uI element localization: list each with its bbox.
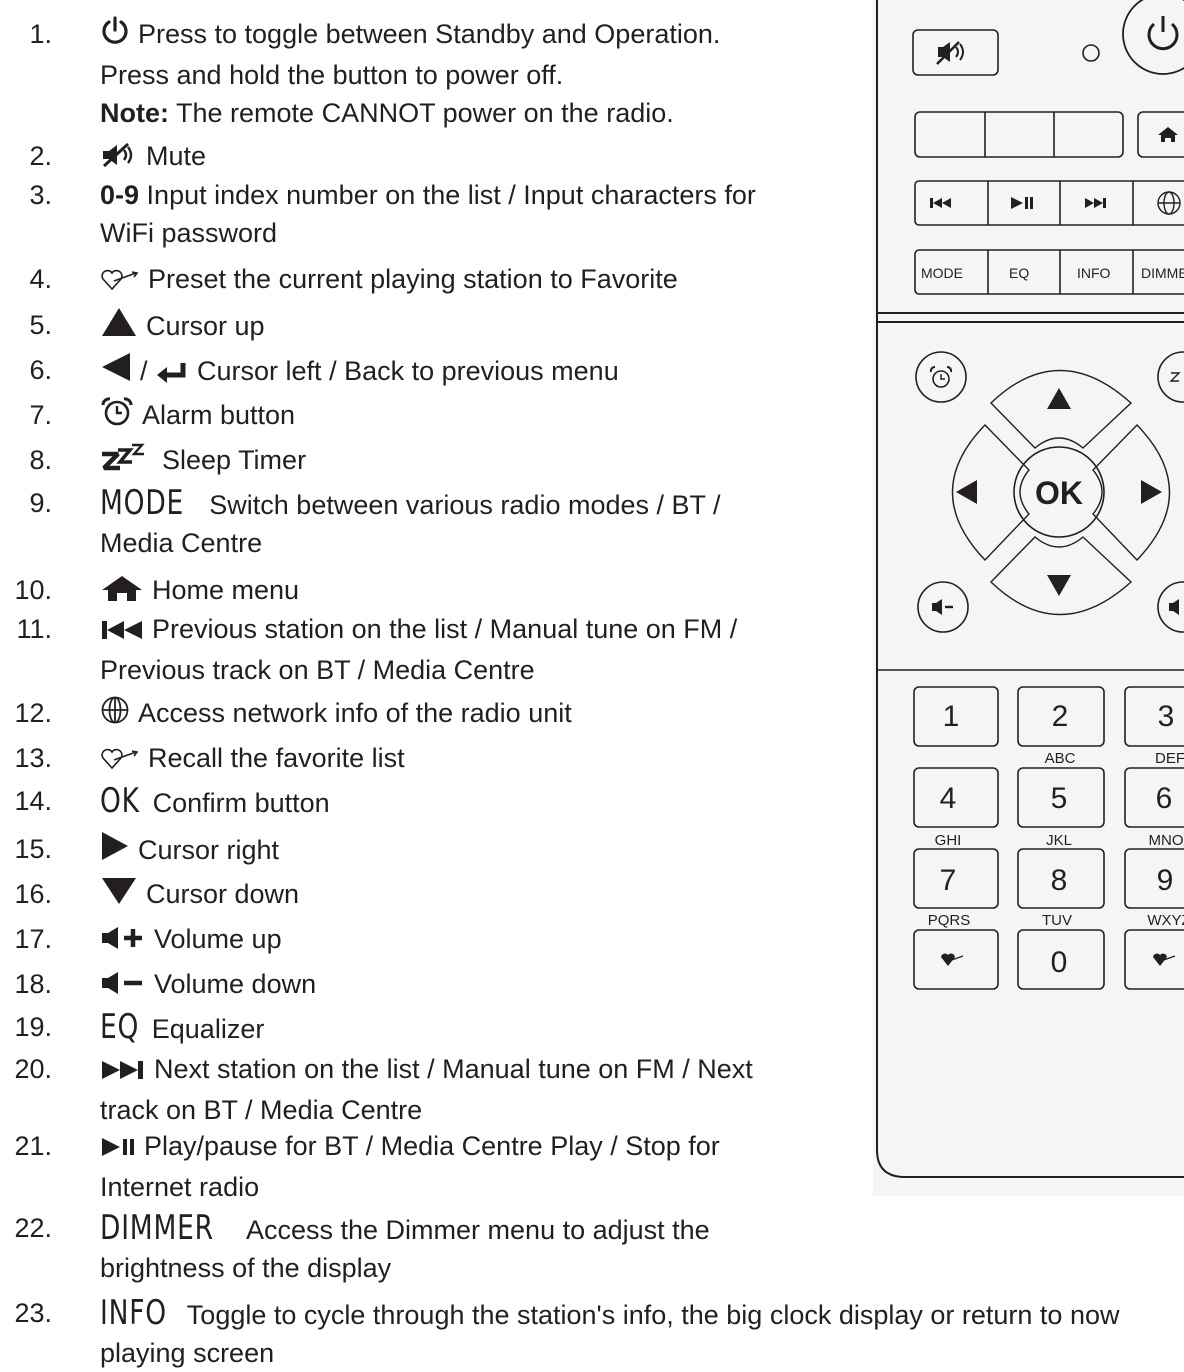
remote-dimmer-label: DIMME xyxy=(1141,265,1184,281)
alarm-icon xyxy=(100,397,134,437)
sleep-icon xyxy=(100,442,154,482)
svg-text:WXYZ: WXYZ xyxy=(1147,912,1184,929)
remote-illustration: MODE EQ INFO DIMME OK 1 2 3 ABC DEF 4 5 … xyxy=(873,0,1184,1196)
svg-text:1: 1 xyxy=(943,700,960,733)
svg-text:7: 7 xyxy=(940,864,957,897)
svg-text:2: 2 xyxy=(1052,700,1069,733)
triangle-up-icon xyxy=(100,306,138,348)
svg-text:TUV: TUV xyxy=(1042,912,1072,929)
remote-mode-label: MODE xyxy=(921,265,963,281)
next-icon xyxy=(100,1053,146,1091)
previous-icon xyxy=(100,613,144,651)
home-icon xyxy=(100,574,144,612)
svg-text:DEF: DEF xyxy=(1155,750,1184,767)
note-label: Note: xyxy=(100,98,169,128)
svg-text:9: 9 xyxy=(1157,864,1174,897)
svg-text:5: 5 xyxy=(1051,782,1068,815)
svg-text:3: 3 xyxy=(1158,700,1175,733)
svg-text:MNO: MNO xyxy=(1149,832,1184,849)
volume-up-icon xyxy=(100,923,146,961)
remote-info-label: INFO xyxy=(1077,265,1111,281)
svg-text:JKL: JKL xyxy=(1046,832,1072,849)
svg-text:GHI: GHI xyxy=(935,832,962,849)
mute-icon xyxy=(100,140,138,178)
item-number: 1. xyxy=(29,19,52,49)
remote-eq-label: EQ xyxy=(1009,265,1029,281)
remote-drawing: MODE EQ INFO DIMME OK 1 2 3 ABC DEF 4 5 … xyxy=(876,0,1184,1178)
item-text: Press to toggle between Standby and Oper… xyxy=(100,15,720,132)
svg-text:PQRS: PQRS xyxy=(928,912,971,929)
svg-text:8: 8 xyxy=(1051,864,1068,897)
svg-text:0: 0 xyxy=(1051,946,1068,979)
triangle-right-icon xyxy=(100,830,130,872)
svg-text:ABC: ABC xyxy=(1045,750,1076,767)
play-pause-icon xyxy=(100,1130,136,1168)
heart-icon xyxy=(100,263,140,301)
eq-label: EQ xyxy=(100,1007,140,1047)
triangle-left-icon xyxy=(100,351,132,393)
power-icon xyxy=(100,16,130,56)
back-arrow-icon xyxy=(155,355,189,393)
triangle-down-icon xyxy=(100,876,138,916)
remote-ok-label: OK xyxy=(1035,475,1083,511)
ok-label: OK xyxy=(100,781,140,821)
heart-icon xyxy=(100,742,140,780)
volume-down-icon xyxy=(100,968,146,1006)
mode-label: MODE xyxy=(100,483,185,523)
svg-text:4: 4 xyxy=(940,782,957,815)
globe-icon xyxy=(100,695,130,735)
svg-text:6: 6 xyxy=(1156,782,1173,815)
info-label: INFO xyxy=(100,1293,167,1333)
dimmer-label: DIMMER xyxy=(100,1208,214,1248)
